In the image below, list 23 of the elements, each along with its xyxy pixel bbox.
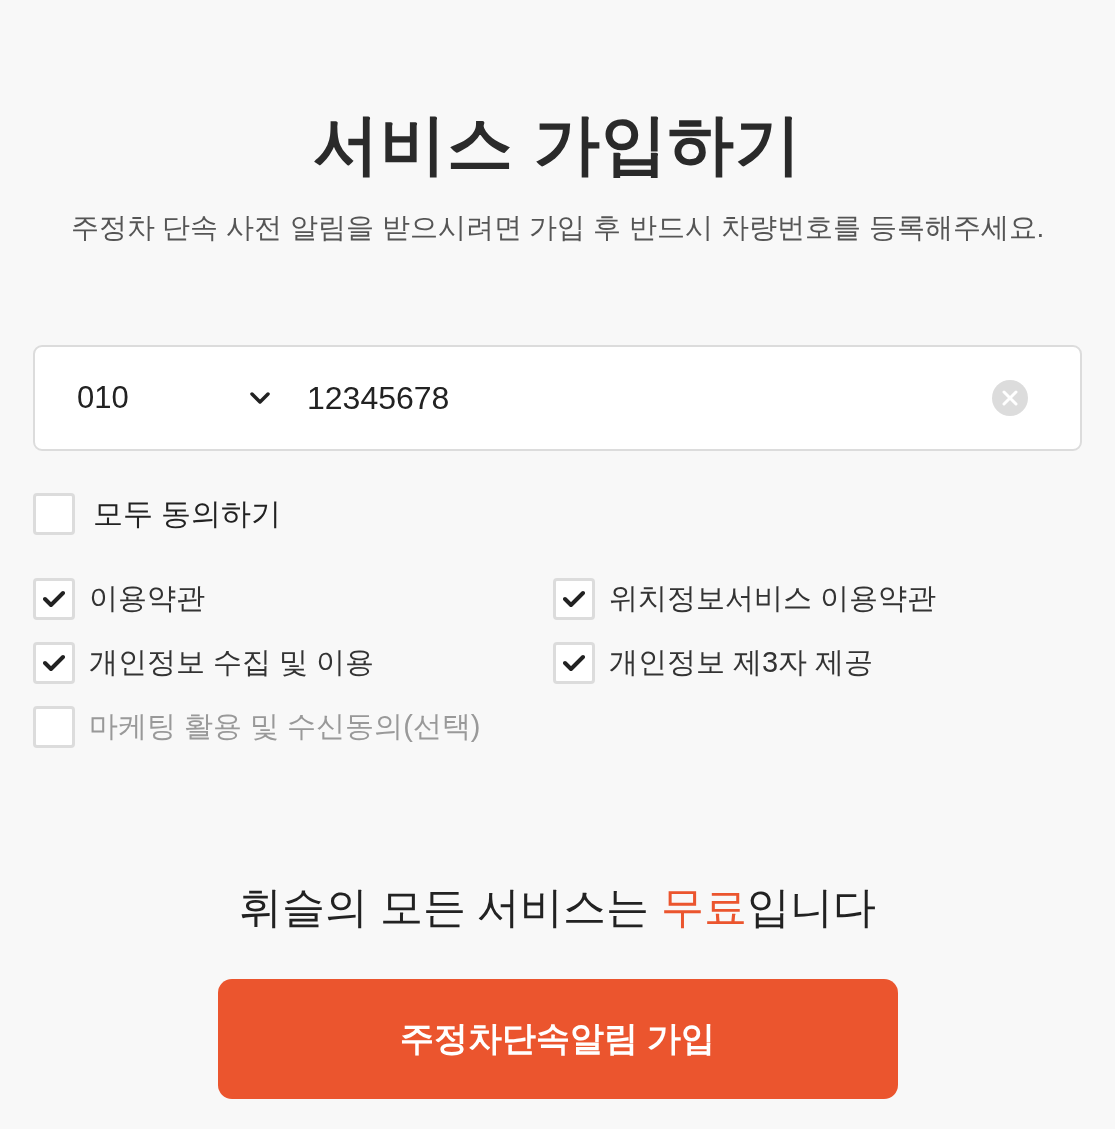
checkbox[interactable] <box>553 578 595 620</box>
checkbox[interactable] <box>33 493 75 535</box>
page-title: 서비스 가입하기 <box>312 106 803 183</box>
phone-field[interactable]: 010 12345678 <box>33 345 1082 451</box>
checkbox[interactable] <box>33 642 75 684</box>
checkbox-label[interactable]: 개인정보 수집 및 이용 <box>89 643 375 683</box>
signup-button[interactable]: 주정차단속알림 가입 <box>217 979 898 1099</box>
check-icon <box>563 590 585 608</box>
free-service-notice: 휘슬의 모든 서비스는 무료입니다 <box>237 882 878 933</box>
checkbox-label[interactable]: 모두 동의하기 <box>93 493 282 535</box>
page-subtitle: 주정차 단속 사전 알림을 받으시려면 가입 후 반드시 차량번호를 등록해주세요. <box>69 211 1046 245</box>
checkbox-label[interactable]: 위치정보서비스 이용약관 <box>609 579 937 619</box>
chevron-down-icon <box>250 391 270 405</box>
check-icon <box>43 654 65 672</box>
checkbox[interactable] <box>553 642 595 684</box>
checkbox[interactable] <box>33 578 75 620</box>
checkbox-label[interactable]: 이용약관 <box>89 579 205 619</box>
check-icon <box>43 590 65 608</box>
checkbox-label[interactable]: 개인정보 제3자 제공 <box>609 643 874 683</box>
phone-number-input[interactable]: 12345678 <box>307 375 980 421</box>
checkbox[interactable] <box>33 706 75 748</box>
check-icon <box>563 654 585 672</box>
prefix-dropdown[interactable]: 010 <box>77 380 270 416</box>
